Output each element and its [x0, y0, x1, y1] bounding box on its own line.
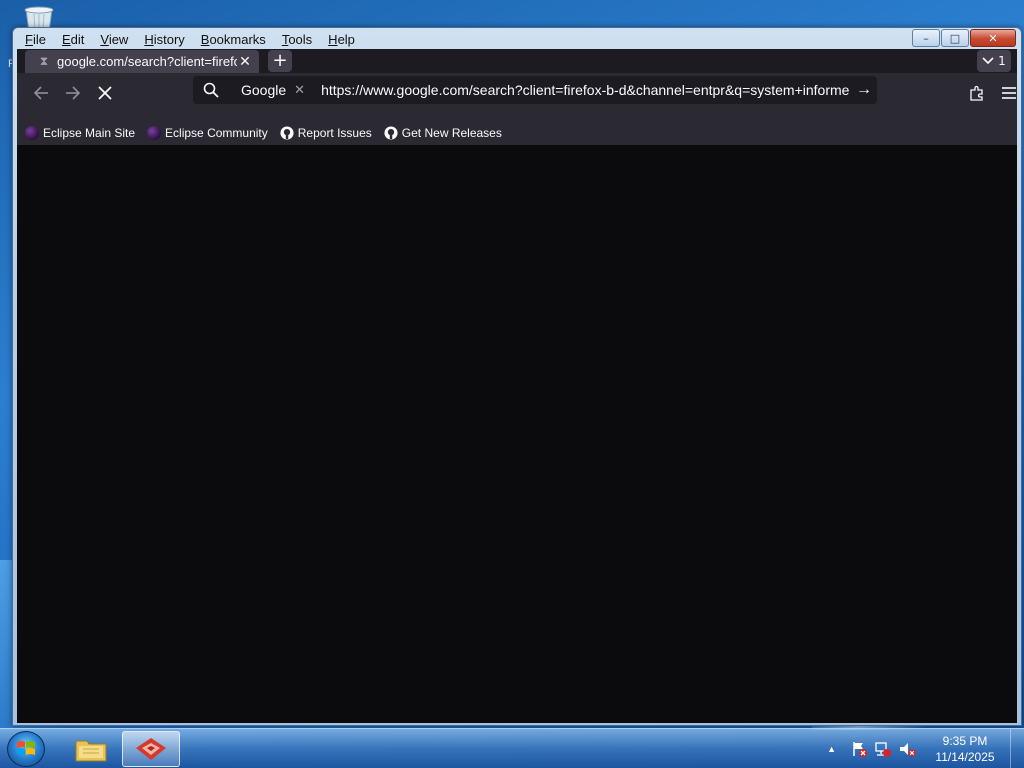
clock-time: 9:35 PM — [942, 734, 988, 748]
go-button[interactable]: → — [851, 81, 877, 99]
maximize-button[interactable]: □ — [941, 29, 969, 47]
browser-toolbar: ⧗ google.com/search?client=firefo ✕ + 1 — [17, 49, 1017, 121]
tab-strip: ⧗ google.com/search?client=firefo ✕ + 1 — [17, 49, 1017, 73]
folder-icon — [75, 740, 107, 762]
volume-muted-icon[interactable] — [898, 740, 916, 758]
tab-title: google.com/search?client=firefo — [57, 54, 237, 69]
loading-hourglass-icon: ⧗ — [39, 54, 49, 68]
bookmark-eclipse-main-site[interactable]: Eclipse Main Site — [25, 126, 135, 140]
url-input[interactable]: https://www.google.com/search?client=fir… — [317, 82, 851, 98]
bookmark-label: Get New Releases — [401, 126, 502, 140]
bookmark-get-new-releases[interactable]: Get New Releases — [384, 126, 502, 140]
search-engine-chip[interactable]: Google ✕ — [229, 79, 313, 101]
menu-bookmarks[interactable]: Bookmarks — [193, 29, 274, 49]
show-desktop-button[interactable] — [1010, 729, 1024, 768]
action-center-flag-icon[interactable] — [850, 740, 868, 758]
clock[interactable]: 9:35 PM 11/14/2025 — [926, 733, 1004, 765]
new-tab-button[interactable]: + — [268, 50, 292, 72]
stop-x-icon — [98, 86, 112, 100]
tab-count: 1 — [998, 54, 1006, 68]
menu-view[interactable]: View — [92, 29, 136, 49]
eclipse-icon — [25, 126, 39, 140]
bookmark-eclipse-community[interactable]: Eclipse Community — [147, 126, 268, 140]
bookmark-report-issues[interactable]: Report Issues — [280, 126, 372, 140]
tab-google-search[interactable]: ⧗ google.com/search?client=firefo ✕ — [25, 50, 259, 73]
taskbar: ▲ 9:35 PM 11/14/2025 — [0, 728, 1024, 768]
menu-tools[interactable]: Tools — [274, 29, 320, 49]
taskbar-browser-app[interactable] — [122, 731, 180, 767]
search-icon — [193, 82, 229, 98]
eclipse-icon — [147, 126, 162, 140]
puzzle-icon — [970, 85, 983, 101]
remove-engine-icon[interactable]: ✕ — [294, 82, 305, 98]
github-icon — [384, 126, 398, 140]
menu-edit[interactable]: Edit — [54, 29, 92, 49]
forward-button[interactable] — [59, 79, 87, 107]
windows-logo-icon — [17, 741, 35, 755]
close-window-button[interactable]: ✕ — [970, 29, 1016, 47]
menu-history[interactable]: History — [136, 29, 192, 49]
bookmark-label: Eclipse Main Site — [43, 126, 136, 140]
menu-bar: File Edit View History Bookmarks Tools H… — [17, 29, 363, 49]
bookmark-label: Eclipse Community — [165, 126, 268, 140]
menu-help[interactable]: Help — [320, 29, 363, 49]
window-controls: – □ ✕ — [911, 29, 1016, 47]
nav-bar: Google ✕ https://www.google.com/search?c… — [17, 73, 1017, 121]
back-button[interactable] — [27, 79, 55, 107]
extensions-button[interactable] — [963, 79, 991, 107]
network-icon[interactable] — [874, 740, 892, 758]
start-button[interactable] — [7, 731, 45, 767]
github-icon — [280, 126, 294, 140]
app-menu-button[interactable] — [995, 79, 1023, 107]
menu-file[interactable]: File — [17, 29, 54, 49]
stop-button[interactable] — [91, 79, 119, 107]
taskbar-file-explorer[interactable] — [62, 731, 120, 767]
address-bar[interactable]: Google ✕ https://www.google.com/search?c… — [193, 76, 877, 104]
clock-date: 11/14/2025 — [935, 750, 995, 764]
list-all-tabs-button[interactable]: 1 — [977, 50, 1011, 72]
tab-close-icon[interactable]: ✕ — [237, 53, 253, 70]
app-icon — [136, 738, 166, 760]
arrow-left-icon — [33, 86, 48, 100]
arrow-right-icon — [66, 86, 81, 100]
page-content[interactable] — [17, 145, 1017, 723]
bookmark-label: Report Issues — [297, 126, 372, 140]
chevron-down-icon — [982, 57, 994, 65]
bookmarks-toolbar: Eclipse Main Site Eclipse Community Repo… — [17, 121, 1017, 145]
show-hidden-icons-button[interactable]: ▲ — [827, 744, 836, 754]
hamburger-icon — [1002, 87, 1016, 99]
system-tray: ▲ 9:35 PM 11/14/2025 — [827, 729, 1024, 768]
minimize-button[interactable]: – — [912, 29, 940, 47]
browser-window: File Edit View History Bookmarks Tools H… — [12, 27, 1022, 726]
search-engine-name: Google — [241, 82, 287, 98]
